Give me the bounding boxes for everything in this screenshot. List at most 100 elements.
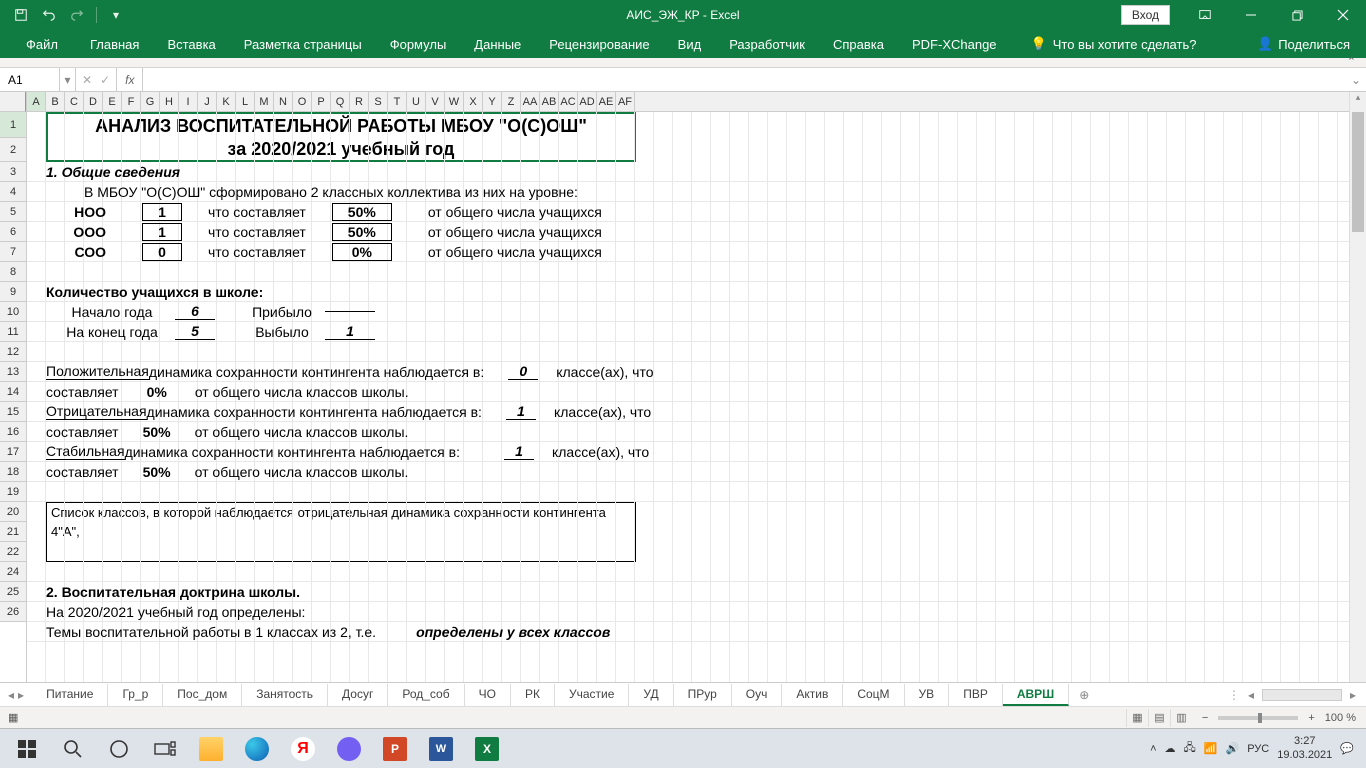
col-header[interactable]: T: [388, 92, 407, 111]
sheet-tab[interactable]: Питание: [32, 684, 108, 706]
row-header[interactable]: 16: [0, 422, 26, 442]
enter-formula-icon[interactable]: ✓: [100, 73, 110, 87]
sheet-tab[interactable]: Досуг: [328, 684, 388, 706]
sheet-tab[interactable]: Гр_р: [108, 684, 163, 706]
col-header[interactable]: D: [84, 92, 103, 111]
col-header[interactable]: H: [160, 92, 179, 111]
col-header[interactable]: B: [46, 92, 65, 111]
maximize-button[interactable]: [1274, 0, 1320, 30]
row-header[interactable]: 18: [0, 462, 26, 482]
tray-language[interactable]: РУС: [1247, 743, 1269, 755]
record-macro-icon[interactable]: ▦: [0, 711, 18, 724]
col-header[interactable]: O: [293, 92, 312, 111]
col-header[interactable]: K: [217, 92, 236, 111]
tab-view[interactable]: Вид: [664, 31, 716, 58]
tray-clock[interactable]: 3:27 19.03.2021: [1277, 735, 1332, 761]
redo-icon[interactable]: [64, 3, 90, 27]
row-header[interactable]: 14: [0, 382, 26, 402]
row-header[interactable]: 9: [0, 282, 26, 302]
row-header[interactable]: 5: [0, 202, 26, 222]
zoom-out-button[interactable]: −: [1202, 712, 1208, 724]
col-header[interactable]: AD: [578, 92, 597, 111]
col-header[interactable]: AC: [559, 92, 578, 111]
action-center-icon[interactable]: 💬: [1340, 742, 1354, 755]
row-header[interactable]: 7: [0, 242, 26, 262]
tab-file[interactable]: Файл: [8, 31, 76, 58]
tray-network-icon[interactable]: 🖧: [1184, 739, 1196, 758]
sheet-tab[interactable]: Занятость: [242, 684, 328, 706]
row-header[interactable]: 11: [0, 322, 26, 342]
col-header[interactable]: W: [445, 92, 464, 111]
sheet-tab[interactable]: Род_соб: [388, 684, 464, 706]
tab-formulas[interactable]: Формулы: [376, 31, 461, 58]
sheet-tab[interactable]: АВРШ: [1003, 684, 1069, 706]
col-header[interactable]: I: [179, 92, 198, 111]
share-button[interactable]: 👤 Поделиться: [1257, 36, 1350, 52]
col-header[interactable]: M: [255, 92, 274, 111]
name-box[interactable]: A1: [0, 68, 60, 91]
sheet-tab[interactable]: ПВР: [949, 684, 1003, 706]
col-header[interactable]: S: [369, 92, 388, 111]
tab-help[interactable]: Справка: [819, 31, 898, 58]
minimize-button[interactable]: [1228, 0, 1274, 30]
col-header[interactable]: AA: [521, 92, 540, 111]
col-header[interactable]: AE: [597, 92, 616, 111]
row-header[interactable]: 3: [0, 162, 26, 182]
fx-button[interactable]: fx: [117, 68, 143, 91]
ribbon-collapsed[interactable]: [0, 58, 1366, 68]
row-header[interactable]: 21: [0, 522, 26, 542]
viber-icon[interactable]: [326, 729, 372, 769]
zoom-level[interactable]: 100 %: [1325, 712, 1356, 724]
row-header[interactable]: 24: [0, 562, 26, 582]
row-header[interactable]: 10: [0, 302, 26, 322]
zoom-in-button[interactable]: +: [1308, 712, 1314, 724]
excel-icon[interactable]: X: [464, 729, 510, 769]
col-header[interactable]: F: [122, 92, 141, 111]
tray-onedrive-icon[interactable]: ☁: [1165, 742, 1176, 755]
sheet-tab[interactable]: Пос_дом: [163, 684, 242, 706]
sheet-nav[interactable]: ◂▸: [0, 688, 32, 702]
tab-pdf[interactable]: PDF-XChange: [898, 31, 1011, 58]
tray-wifi-icon[interactable]: 📶: [1204, 742, 1218, 755]
row-header[interactable]: 15: [0, 402, 26, 422]
col-header[interactable]: Q: [331, 92, 350, 111]
row-header[interactable]: 1: [0, 112, 26, 138]
tab-home[interactable]: Главная: [76, 31, 153, 58]
col-header[interactable]: C: [65, 92, 84, 111]
col-header[interactable]: Z: [502, 92, 521, 111]
cancel-formula-icon[interactable]: ✕: [82, 73, 92, 87]
search-icon[interactable]: [50, 729, 96, 769]
view-normal-icon[interactable]: ▦: [1126, 709, 1148, 727]
row-header[interactable]: 22: [0, 542, 26, 562]
row-header[interactable]: 19: [0, 482, 26, 502]
sheet-tab[interactable]: Актив: [782, 684, 843, 706]
sheet-content[interactable]: АНАЛИЗ ВОСПИТАТЕЛЬНОЙ РАБОТЫ МБОУ "О(С)О…: [27, 112, 1349, 642]
add-sheet-button[interactable]: ⊕: [1069, 688, 1099, 702]
view-page-break-icon[interactable]: ▥: [1170, 709, 1192, 727]
tab-insert[interactable]: Вставка: [153, 31, 229, 58]
row-header[interactable]: 8: [0, 262, 26, 282]
tab-developer[interactable]: Разработчик: [715, 31, 819, 58]
cortana-icon[interactable]: [96, 729, 142, 769]
row-header[interactable]: 6: [0, 222, 26, 242]
view-page-layout-icon[interactable]: ▤: [1148, 709, 1170, 727]
close-button[interactable]: [1320, 0, 1366, 30]
col-header[interactable]: AF: [616, 92, 635, 111]
col-header[interactable]: X: [464, 92, 483, 111]
col-header[interactable]: P: [312, 92, 331, 111]
row-header[interactable]: 26: [0, 602, 26, 622]
yandex-icon[interactable]: Я: [280, 729, 326, 769]
sheet-tab[interactable]: ЧО: [465, 684, 511, 706]
col-header[interactable]: AB: [540, 92, 559, 111]
hscroll-right[interactable]: ▸: [1346, 688, 1360, 702]
col-header[interactable]: L: [236, 92, 255, 111]
sheet-tab[interactable]: УД: [629, 684, 673, 706]
sheet-tab[interactable]: ПРур: [674, 684, 732, 706]
row-header[interactable]: 25: [0, 582, 26, 602]
row-header[interactable]: 12: [0, 342, 26, 362]
tell-me[interactable]: 💡 Что вы хотите сделать?: [1031, 36, 1197, 52]
row-header[interactable]: 4: [0, 182, 26, 202]
sheet-tab[interactable]: СоцМ: [843, 684, 904, 706]
vertical-scrollbar[interactable]: ▴: [1349, 92, 1366, 682]
row-header[interactable]: 20: [0, 502, 26, 522]
